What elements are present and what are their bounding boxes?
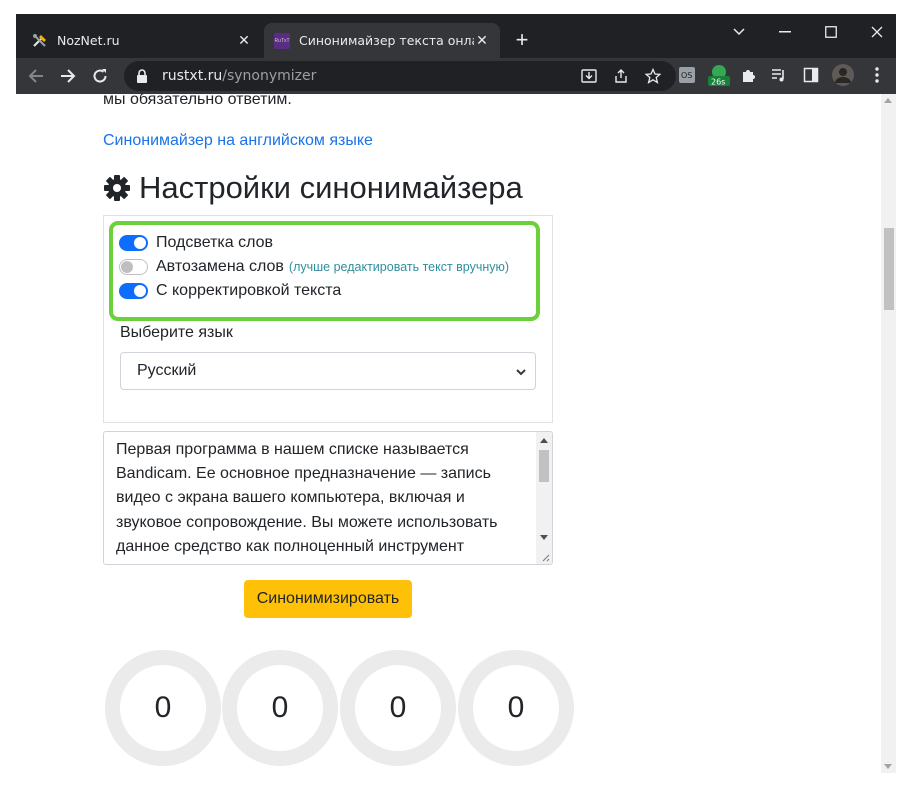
counter-value: 0 [154,691,172,724]
counter-circle: 0 [458,650,574,766]
counter-circle: 0 [105,650,221,766]
scroll-down-icon[interactable] [884,764,892,769]
side-panel-icon[interactable] [800,64,822,86]
lastpass-extension-icon[interactable]: OS [676,64,698,86]
browser-toolbar: rustxt.ru/synonymizer OS 26s [16,58,896,94]
tab-strip: NozNet.ru ✕ RuTxT Синонимайзер текста он… [16,14,896,58]
tab-title: NozNet.ru [57,33,120,48]
switch-label: Подсветка слов [156,234,274,251]
extensions-puzzle-icon[interactable] [738,64,760,86]
counter-value: 0 [389,691,407,724]
maximize-icon[interactable] [808,18,854,46]
media-controls-icon[interactable] [768,64,790,86]
close-icon[interactable]: ✕ [236,32,252,49]
page-viewport: мы обязательно ответим. Синонимайзер на … [16,94,896,773]
language-select[interactable]: Русский [120,352,536,390]
switch-row-highlight-words[interactable]: Подсветка слов [119,234,273,252]
tab-noznet[interactable]: NozNet.ru ✕ [22,23,262,58]
reload-icon[interactable] [86,62,114,90]
minimize-icon[interactable] [762,18,808,46]
lock-icon[interactable] [136,69,150,83]
textarea-scroll-thumb[interactable] [539,450,549,482]
language-selected-value: Русский [137,362,197,379]
page-content: мы обязательно ответим. Синонимайзер на … [16,94,881,773]
english-synonymizer-link[interactable]: Синонимайзер на английском языке [103,132,373,150]
tab-title: Синонимайзер текста онлайн с [299,33,474,48]
source-text-area[interactable]: Первая программа в нашем списке называет… [103,431,553,565]
source-text: Первая программа в нашем списке называет… [116,441,498,555]
share-icon[interactable] [612,67,630,85]
text-correction-toggle[interactable] [119,283,148,299]
new-tab-button[interactable]: + [510,27,534,52]
tools-icon [32,33,48,49]
close-icon[interactable]: ✕ [474,32,490,49]
resize-grip-icon[interactable] [540,552,550,562]
page-scroll-thumb[interactable] [884,228,894,310]
install-icon[interactable] [580,67,598,85]
autoreplace-toggle[interactable] [119,259,148,275]
switch-label: Автозамена слов [156,258,284,275]
switch-row-text-correction[interactable]: С корректировкой текста [119,282,341,300]
switch-hint: (лучше редактировать текст вручную) [288,260,510,274]
switch-row-autoreplace[interactable]: Автозамена слов (лучше редактировать тек… [119,258,509,276]
scroll-down-icon[interactable] [540,535,548,540]
url-text: rustxt.ru/synonymizer [162,68,317,84]
counter-value: 0 [271,691,289,724]
browser-window: NozNet.ru ✕ RuTxT Синонимайзер текста он… [16,14,896,773]
rustxt-favicon: RuTxT [274,32,290,49]
bookmark-star-icon[interactable] [644,67,662,85]
profile-avatar[interactable] [832,64,854,86]
textarea-scrollbar[interactable] [536,432,552,564]
counter-circle: 0 [340,650,456,766]
page-title-text: Настройки синонимайзера [139,170,523,205]
gear-icon [104,175,130,201]
forward-icon[interactable] [54,62,82,90]
highlight-words-toggle[interactable] [119,235,148,251]
counter-circle: 0 [222,650,338,766]
intro-text: мы обязательно ответим. [103,94,292,108]
switch-label: С корректировкой текста [156,282,342,299]
page-scrollbar[interactable] [881,94,896,773]
synonymize-button[interactable]: Синонимизировать [244,580,412,618]
back-icon[interactable] [22,62,50,90]
page-title: Настройки синонимайзера [103,170,523,206]
menu-kebab-icon[interactable] [866,64,888,86]
counter-value: 0 [507,691,525,724]
svg-text:26s: 26s [711,78,725,87]
svg-text:OS: OS [681,71,692,80]
timer-extension-icon[interactable]: 26s [706,64,732,87]
tab-synonymizer[interactable]: RuTxT Синонимайзер текста онлайн с ✕ [264,23,500,58]
chevron-down-icon [516,369,526,376]
address-bar[interactable]: rustxt.ru/synonymizer [124,61,676,91]
tab-search-icon[interactable] [716,18,762,46]
window-close-icon[interactable] [854,18,896,46]
scroll-up-icon[interactable] [540,438,548,443]
language-label: Выберите язык [120,324,233,341]
scroll-up-icon[interactable] [884,98,892,103]
